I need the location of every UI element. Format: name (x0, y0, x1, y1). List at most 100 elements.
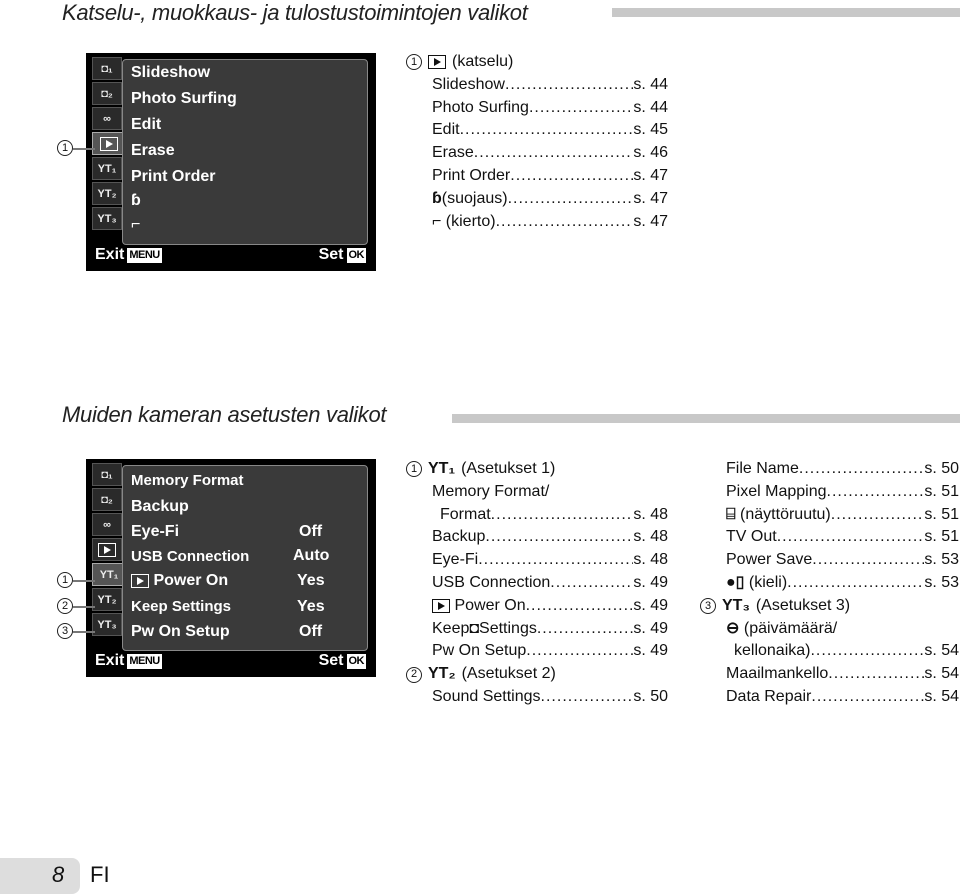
leader-dots (529, 97, 633, 120)
tab-camera-1[interactable]: ◘₁ (92, 463, 122, 486)
toc-entry[interactable]: File Name s. 50 (726, 458, 959, 481)
toc-page: s. 51 (924, 482, 959, 500)
protect-icon: ɓ (432, 189, 442, 207)
tab-camera-2[interactable]: ◘₂ (92, 488, 122, 511)
keep-settings-value: Yes (297, 598, 325, 615)
menu-item-erase[interactable]: Erase (131, 142, 175, 160)
tab-camera-1[interactable]: ◘₁ (92, 57, 122, 80)
menu-item-edit[interactable]: Edit (131, 116, 161, 134)
toc-page: s. 53 (924, 573, 959, 591)
toc-label: Photo Surfing (432, 98, 529, 116)
tab-setup-1[interactable]: ΥT₁ (92, 157, 122, 180)
toc-heading-setup-1: 1 ΥT₁ (Asetukset 1) (406, 458, 668, 481)
tab-movie[interactable]: ∞ (92, 107, 122, 130)
toc-entry[interactable]: Data Repair s. 54 (726, 686, 959, 709)
menu-item-keep-settings[interactable]: Keep Settings (131, 598, 231, 615)
tab-setup-2[interactable]: ΥT₂ (92, 182, 122, 205)
toc-entry[interactable]: Pw On Setup s. 49 (432, 640, 668, 663)
toc-heading-label: (Asetukset 1) (461, 460, 556, 477)
tab-setup-3[interactable]: ΥT₃ (92, 613, 122, 636)
toc-entry[interactable]: Photo Surfing s. 44 (432, 97, 668, 120)
toc-playback: 1 (katselu) Slideshow s. 44 Photo Surfing… (406, 51, 668, 234)
menu-item-memory-format[interactable]: Memory Format (131, 472, 244, 489)
toc-entry[interactable]: ⊖ (päivämäärä/ (726, 618, 959, 641)
tab-playback[interactable] (92, 538, 122, 561)
toc-label: (kierto) (445, 212, 496, 230)
menu-item-eye-fi[interactable]: Eye-Fi (131, 523, 179, 541)
menu-item-usb-connection[interactable]: USB Connection (131, 548, 249, 565)
toc-page: s. 51 (924, 505, 959, 523)
toc-entry[interactable]: Power Save s. 53 (726, 549, 959, 572)
exit-menu-hint: Exit MENU (95, 246, 162, 264)
callout-leader (73, 580, 95, 582)
toc-entry[interactable]: ⌸ (näyttöruutu) s. 51 (726, 504, 959, 527)
callout-3: 3 (57, 623, 73, 639)
menu-item-protect[interactable]: ɓ (131, 192, 141, 210)
menu-item-slideshow[interactable]: Slideshow (131, 64, 210, 82)
toc-entry[interactable]: ⌐ (kierto) s. 47 (432, 211, 668, 234)
toc-label: File Name (726, 460, 799, 477)
toc-entry[interactable]: Pixel Mapping s. 51 (726, 481, 959, 504)
tab-setup-2[interactable]: ΥT₂ (92, 588, 122, 611)
menu-item-rotate[interactable]: ⌐ (131, 216, 140, 234)
camera-1-icon: ◘₁ (101, 62, 113, 75)
toc-entry[interactable]: Eye-Fi s. 48 (432, 549, 668, 572)
ok-key: OK (346, 653, 366, 669)
leader-dots (831, 504, 925, 527)
tab-setup-1[interactable]: ΥT₁ (92, 563, 126, 586)
toc-entry[interactable]: Keep◘Settings s. 49 (432, 618, 668, 641)
toc-entry[interactable]: Memory Format/ (432, 481, 668, 504)
callout-leader (73, 631, 95, 633)
menu-item-label: Power On (153, 572, 229, 589)
toc-entry[interactable]: Sound Settings s. 50 (432, 686, 668, 709)
leader-dots (474, 142, 634, 165)
tab-camera-2[interactable]: ◘₂ (92, 82, 122, 105)
leader-dots (510, 165, 633, 188)
toc-label: (näyttöruutu) (740, 505, 831, 523)
toc-entry[interactable]: kellonaika) s. 54 (726, 640, 959, 663)
leader-dots (485, 526, 633, 549)
leader-dots (827, 481, 925, 504)
toc-entry[interactable]: ɓ(suojaus) s. 47 (432, 188, 668, 211)
toc-entry[interactable]: Power On s. 49 (432, 595, 668, 618)
rotate-icon: ⌐ (131, 216, 141, 233)
setup-2-icon: ΥT₂ (97, 187, 117, 200)
camera-1-icon: ◘₁ (101, 468, 113, 481)
toc-entry[interactable]: ●▯ (kieli) s. 53 (726, 572, 959, 595)
movie-icon: ∞ (103, 518, 111, 531)
toc-entry[interactable]: Slideshow s. 44 (432, 74, 668, 97)
toc-page: s. 47 (633, 212, 668, 230)
toc-entry[interactable]: Backup s. 48 (432, 526, 668, 549)
playback-icon (432, 599, 450, 614)
tab-movie[interactable]: ∞ (92, 513, 122, 536)
toc-entry[interactable]: Print Order s. 47 (432, 165, 668, 188)
setup-2-icon: ΥT₂ (428, 665, 456, 683)
toc-page: s. 44 (633, 75, 668, 93)
toc-entry[interactable]: Erase s. 46 (432, 142, 668, 165)
toc-entry[interactable]: Edit s. 45 (432, 119, 668, 142)
toc-heading-label: (Asetukset 3) (755, 596, 851, 614)
playback-icon (131, 573, 149, 588)
menu-item-power-on[interactable]: Power On (131, 572, 228, 590)
toc-label: Print Order (432, 166, 511, 184)
toc-label: USB Connection (432, 573, 551, 591)
toc-entry[interactable]: USB Connection s. 49 (432, 572, 668, 595)
setup-3-icon: ΥT₃ (97, 618, 117, 631)
camera-2-icon: ◘₂ (101, 493, 113, 506)
setup-1-icon: ΥT₁ (97, 162, 117, 175)
leader-dots (478, 549, 633, 572)
toc-label: Keep◘Settings (432, 619, 537, 637)
menu-item-backup[interactable]: Backup (131, 498, 189, 516)
menu-item-photo-surfing[interactable]: Photo Surfing (131, 90, 237, 108)
toc-entry[interactable]: TV Out s. 51 (726, 526, 959, 549)
set-label: Set (318, 652, 344, 669)
playback-icon (98, 542, 116, 557)
tab-playback[interactable] (92, 132, 126, 155)
tab-setup-3[interactable]: ΥT₃ (92, 207, 122, 230)
menu-item-print-order[interactable]: Print Order (131, 168, 215, 186)
toc-label: (kieli) (748, 573, 788, 591)
menu-item-pw-on-setup[interactable]: Pw On Setup (131, 623, 230, 641)
section-divider (612, 8, 960, 17)
toc-entry[interactable]: Format s. 48 (432, 504, 668, 527)
toc-entry[interactable]: Maailmankello s. 54 (726, 663, 959, 686)
